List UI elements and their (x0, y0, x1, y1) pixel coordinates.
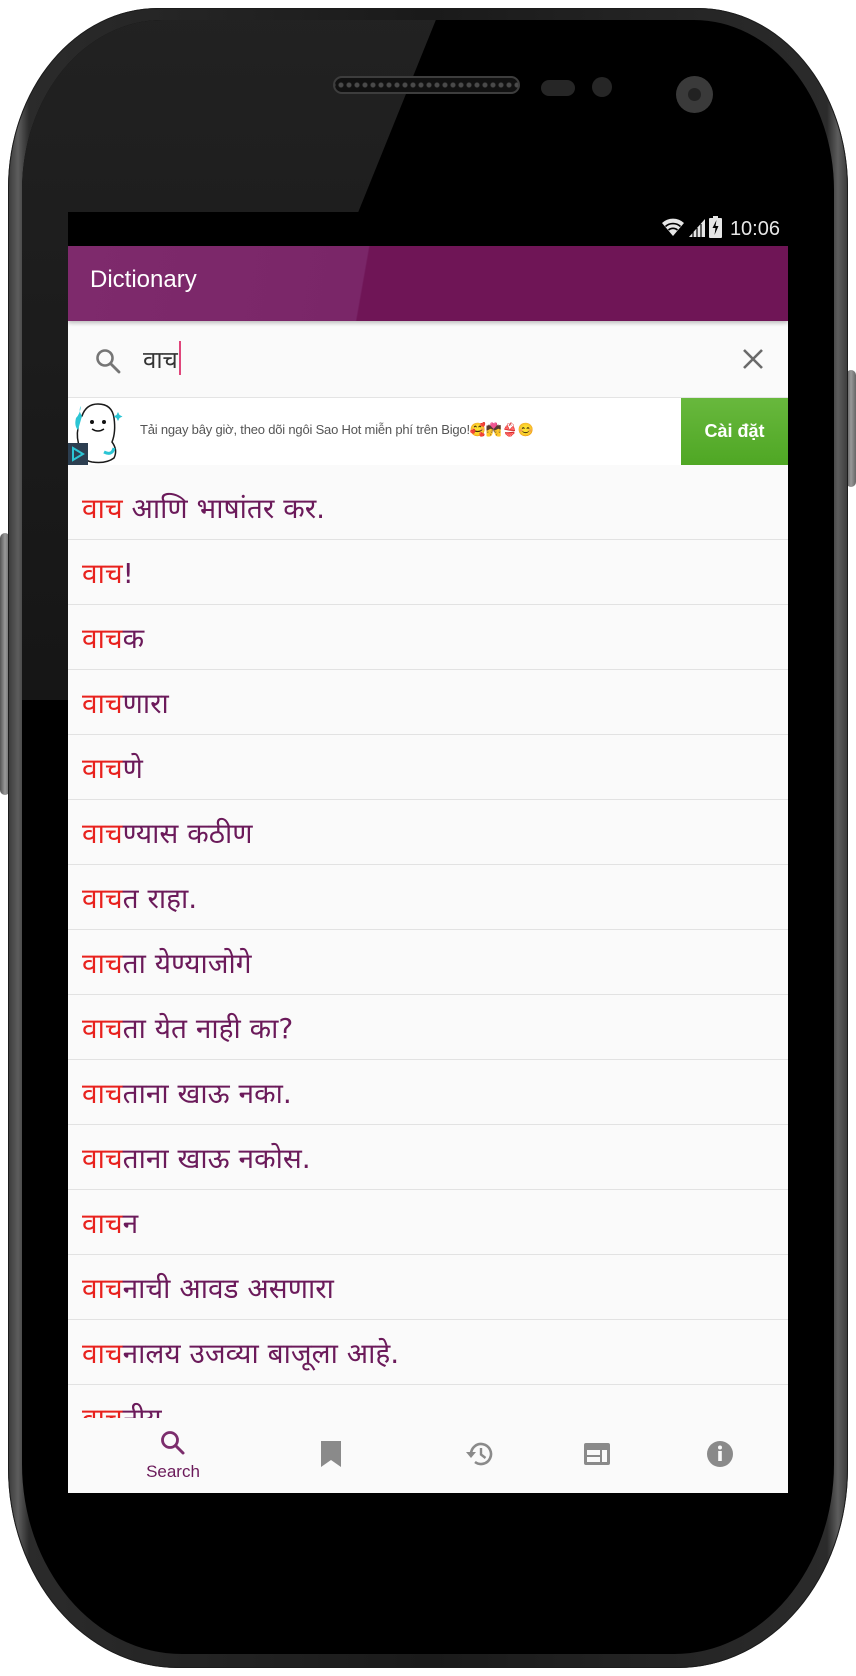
list-item[interactable]: वाचताना खाऊ नकोस. (68, 1125, 788, 1190)
list-item[interactable]: वाचक (68, 605, 788, 670)
list-item[interactable]: वाच आणि भाषांतर कर. (68, 464, 788, 540)
ad-choices-icon[interactable] (68, 443, 88, 465)
match-remainder: णारा (122, 687, 169, 720)
list-item[interactable]: वाचन (68, 1190, 788, 1255)
result-text: वाचणारा (82, 684, 169, 722)
front-camera (676, 76, 713, 113)
list-item[interactable]: वाचनालय उजव्या बाजूला आहे. (68, 1320, 788, 1385)
search-bar (68, 321, 788, 397)
flashcard-icon (583, 1442, 611, 1470)
match-remainder: नाची आवड असणारा (122, 1272, 334, 1305)
app-bar: Dictionary (68, 246, 788, 321)
result-text: वाच! (82, 554, 134, 592)
result-text: वाचणे (82, 749, 143, 787)
result-text: वाचनाची आवड असणारा (82, 1269, 334, 1307)
result-text: वाचताना खाऊ नका. (82, 1074, 292, 1112)
match-highlight: वाच (82, 687, 123, 720)
clock: 10:06 (729, 217, 780, 240)
ad-banner[interactable]: Tải ngay bây giờ, theo dõi ngôi Sao Hot … (68, 397, 788, 465)
list-item[interactable]: वाचनाची आवड असणारा (68, 1255, 788, 1320)
match-remainder: ता येत नाही का? (122, 1012, 294, 1045)
match-highlight: वाच (82, 1337, 123, 1370)
battery-charging-icon (708, 216, 722, 242)
result-text: वाचण्यास कठीण (82, 814, 253, 852)
match-remainder: क (122, 622, 145, 655)
bookmark-icon (320, 1440, 342, 1472)
result-text: वाच आणि भाषांतर कर. (82, 489, 325, 527)
close-icon[interactable] (740, 346, 766, 372)
wifi-icon (661, 217, 685, 241)
match-highlight: वाच (82, 1077, 123, 1110)
list-item[interactable]: वाचण्यास कठीण (68, 800, 788, 865)
nav-search[interactable]: Search (101, 1418, 245, 1493)
nav-label-search: Search (146, 1461, 200, 1481)
bottom-navigation: Search (68, 1418, 788, 1493)
result-text: वाचता येण्याजोगे (82, 944, 252, 982)
result-text: वाचताना खाऊ नकोस. (82, 1139, 311, 1177)
search-icon (160, 1430, 186, 1460)
search-input[interactable] (143, 339, 703, 379)
match-highlight: वाच (82, 557, 123, 590)
results-list: वाच आणि भाषांतर कर. वाच! वाचक वाचणारा वाचणे व… (68, 464, 788, 1450)
match-remainder: ण्यास कठीण (122, 817, 253, 850)
match-remainder: ताना खाऊ नका. (122, 1077, 292, 1110)
match-remainder: णे (122, 752, 143, 785)
list-item[interactable]: वाचत राहा. (68, 865, 788, 930)
list-item[interactable]: वाच! (68, 540, 788, 605)
match-remainder: ताना खाऊ नकोस. (122, 1142, 311, 1175)
status-bar: 10:06 (68, 212, 788, 246)
text-cursor (179, 341, 181, 375)
match-highlight: वाच (82, 882, 123, 915)
nav-info[interactable] (648, 1418, 788, 1493)
match-remainder: आणि भाषांतर कर. (122, 492, 326, 525)
match-remainder: न (122, 1207, 139, 1240)
ad-text: Tải ngay bây giờ, theo dõi ngôi Sao Hot … (140, 422, 534, 437)
match-highlight: वाच (82, 1272, 123, 1305)
list-item[interactable]: वाचणारा (68, 670, 788, 735)
list-item[interactable]: वाचता येत नाही का? (68, 995, 788, 1060)
history-icon (465, 1439, 495, 1473)
result-text: वाचक (82, 619, 144, 657)
proximity-sensor (541, 80, 575, 96)
nav-bookmarks[interactable] (259, 1418, 403, 1493)
match-highlight: वाच (82, 492, 123, 525)
list-item[interactable]: वाचताना खाऊ नका. (68, 1060, 788, 1125)
match-highlight: वाच (82, 752, 123, 785)
search-icon (95, 348, 121, 378)
match-highlight: वाच (82, 947, 123, 980)
result-text: वाचता येत नाही का? (82, 1009, 293, 1047)
light-sensor (592, 77, 612, 97)
signal-icon (688, 217, 705, 241)
list-item[interactable]: वाचणे (68, 735, 788, 800)
match-remainder: त राहा. (122, 882, 198, 915)
result-text: वाचन (82, 1204, 138, 1242)
list-item[interactable]: वाचता येण्याजोगे (68, 930, 788, 995)
match-highlight: वाच (82, 1012, 123, 1045)
match-highlight: वाच (82, 817, 123, 850)
match-highlight: वाच (82, 1207, 123, 1240)
app-title: Dictionary (90, 266, 197, 293)
match-remainder: ! (122, 557, 134, 590)
match-remainder: ता येण्याजोगे (122, 947, 252, 980)
match-highlight: वाच (82, 1142, 123, 1175)
info-icon (706, 1440, 734, 1472)
earpiece-speaker (333, 76, 520, 94)
result-text: वाचत राहा. (82, 879, 197, 917)
install-button[interactable]: Cài đặt (681, 398, 788, 465)
result-text: वाचनालय उजव्या बाजूला आहे. (82, 1334, 399, 1372)
match-remainder: नालय उजव्या बाजूला आहे. (122, 1337, 400, 1370)
match-highlight: वाच (82, 622, 123, 655)
app-screen: 10:06 Dictionary Tải ngay b (68, 212, 788, 1493)
